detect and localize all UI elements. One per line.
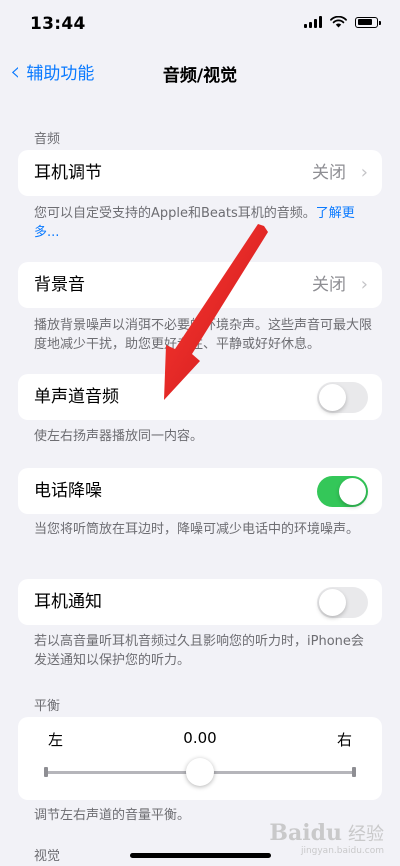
watermark-url: jingyan.baidu.com bbox=[300, 846, 384, 856]
watermark-jingyan: 经验 bbox=[348, 824, 384, 845]
red-annotation-arrow bbox=[164, 224, 268, 400]
home-indicator[interactable] bbox=[130, 853, 271, 858]
watermark-logo: Baidu 经验 jingyan.baidu.com bbox=[269, 820, 384, 856]
watermark-brand: Baidu bbox=[269, 820, 342, 846]
